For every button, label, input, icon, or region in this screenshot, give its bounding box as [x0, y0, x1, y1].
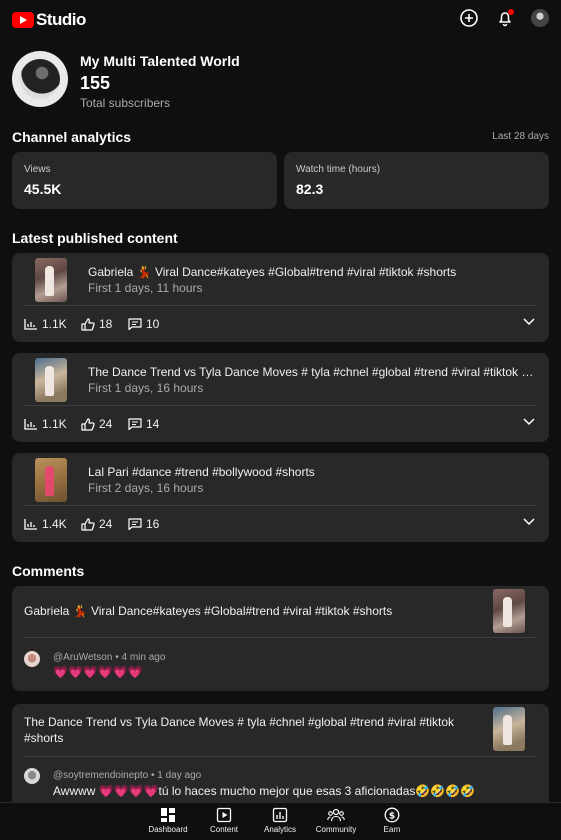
subscriber-label: Total subscribers [80, 96, 171, 110]
comment-text: 💗💗💗💗💗💗 [53, 665, 143, 679]
comment-card[interactable]: The Dance Trend vs Tyla Dance Moves # ty… [12, 704, 549, 814]
comment-meta: @soytremendoinepto • 1 day ago [53, 770, 202, 781]
latest-content-title: Latest published content [12, 230, 178, 246]
watch-time-label: Watch time (hours) [296, 164, 381, 175]
app-name: Studio [36, 10, 86, 29]
video-published: First 1 days, 16 hours [88, 381, 204, 395]
svg-text:$: $ [389, 812, 395, 822]
channel-name: My Multi Talented World [80, 53, 240, 69]
comment-time: 4 min ago [121, 652, 166, 663]
video-title[interactable]: Gabriela 💃 Viral Dance#kateyes #Global#t… [88, 265, 538, 279]
views-label: Views [24, 164, 51, 175]
account-avatar[interactable] [531, 9, 549, 27]
views-card[interactable]: Views 45.5K [12, 152, 277, 209]
likes-count: 18 [99, 317, 113, 331]
likes-count: 24 [99, 517, 113, 531]
nav-earn[interactable]: $ Earn [357, 807, 427, 834]
chevron-down-icon[interactable] [523, 418, 535, 426]
youtube-logo-icon [12, 12, 34, 28]
bottom-navigation: Dashboard Content Analytics Community $ … [0, 802, 561, 840]
watch-time-card[interactable]: Watch time (hours) 82.3 [284, 152, 549, 209]
views-value: 45.5K [24, 181, 62, 197]
divider [24, 405, 537, 406]
comment-card[interactable]: Gabriela 💃 Viral Dance#kateyes #Global#t… [12, 586, 549, 691]
views-count: 1.1K [42, 417, 67, 431]
comments-count: 16 [146, 517, 160, 531]
thumbs-up-icon [81, 417, 95, 431]
likes-count: 24 [99, 417, 113, 431]
analytics-icon [272, 807, 288, 823]
likes-metric: 24 [81, 417, 112, 431]
bar-chart-icon [24, 319, 37, 330]
chevron-down-icon[interactable] [523, 318, 535, 326]
notification-badge [508, 9, 514, 15]
views-count: 1.1K [42, 317, 67, 331]
comments-metric: 10 [128, 317, 159, 331]
top-app-bar: Studio [0, 0, 561, 38]
video-card[interactable]: The Dance Trend vs Tyla Dance Moves # ty… [12, 353, 549, 442]
comment-icon [128, 318, 142, 330]
nav-label: Earn [383, 825, 401, 834]
comment-video-thumbnail[interactable] [493, 589, 525, 633]
video-thumbnail[interactable] [35, 458, 67, 502]
comment-author[interactable]: @AruWetson [53, 652, 112, 663]
comment-icon [128, 518, 142, 530]
earn-icon: $ [384, 807, 400, 823]
analytics-range: Last 28 days [492, 131, 549, 142]
dashboard-icon [161, 808, 175, 822]
video-thumbnail[interactable] [35, 258, 67, 302]
divider [24, 305, 537, 306]
comments-count: 10 [146, 317, 160, 331]
analytics-title: Channel analytics [12, 129, 132, 145]
divider [24, 637, 537, 638]
comment-text: Awwww 💗💗💗💗tú lo haces mucho mejor que es… [53, 784, 476, 798]
comments-metric: 14 [128, 417, 159, 431]
video-title[interactable]: Lal Pari #dance #trend #bollywood #short… [88, 465, 538, 479]
video-card[interactable]: Gabriela 💃 Viral Dance#kateyes #Global#t… [12, 253, 549, 342]
divider [24, 756, 537, 757]
likes-metric: 24 [81, 517, 112, 531]
likes-metric: 18 [81, 317, 112, 331]
channel-avatar[interactable] [12, 51, 68, 107]
comments-count: 14 [146, 417, 160, 431]
watch-time-value: 82.3 [296, 181, 324, 197]
comment-meta: @AruWetson • 4 min ago [53, 652, 166, 663]
video-published: First 2 days, 16 hours [88, 481, 204, 495]
video-published: First 1 days, 11 hours [88, 281, 203, 295]
community-icon [327, 808, 345, 822]
views-metric: 1.4K [24, 517, 67, 531]
chevron-down-icon[interactable] [523, 518, 535, 526]
video-card[interactable]: Lal Pari #dance #trend #bollywood #short… [12, 453, 549, 542]
comment-time: 1 day ago [157, 770, 202, 781]
thumbs-up-icon [81, 317, 95, 331]
bar-chart-icon [24, 419, 37, 430]
create-icon[interactable] [459, 8, 479, 28]
thumbs-up-icon [81, 517, 95, 531]
video-title[interactable]: The Dance Trend vs Tyla Dance Moves # ty… [88, 365, 538, 379]
commenter-avatar[interactable] [24, 768, 40, 784]
comment-icon [128, 418, 142, 430]
video-thumbnail[interactable] [35, 358, 67, 402]
divider [24, 505, 537, 506]
comment-video-title[interactable]: The Dance Trend vs Tyla Dance Moves # ty… [24, 714, 474, 746]
comments-title: Comments [12, 563, 85, 579]
commenter-avatar[interactable] [24, 651, 40, 667]
views-metric: 1.1K [24, 317, 67, 331]
content-icon [216, 807, 232, 823]
bar-chart-icon [24, 519, 37, 530]
views-metric: 1.1K [24, 417, 67, 431]
comment-video-thumbnail[interactable] [493, 707, 525, 751]
youtube-studio-logo[interactable]: Studio [12, 10, 86, 30]
comment-author[interactable]: @soytremendoinepto [53, 770, 148, 781]
comment-video-title[interactable]: Gabriela 💃 Viral Dance#kateyes #Global#t… [24, 603, 474, 619]
views-count: 1.4K [42, 517, 67, 531]
comments-metric: 16 [128, 517, 159, 531]
subscriber-count: 155 [80, 73, 111, 93]
